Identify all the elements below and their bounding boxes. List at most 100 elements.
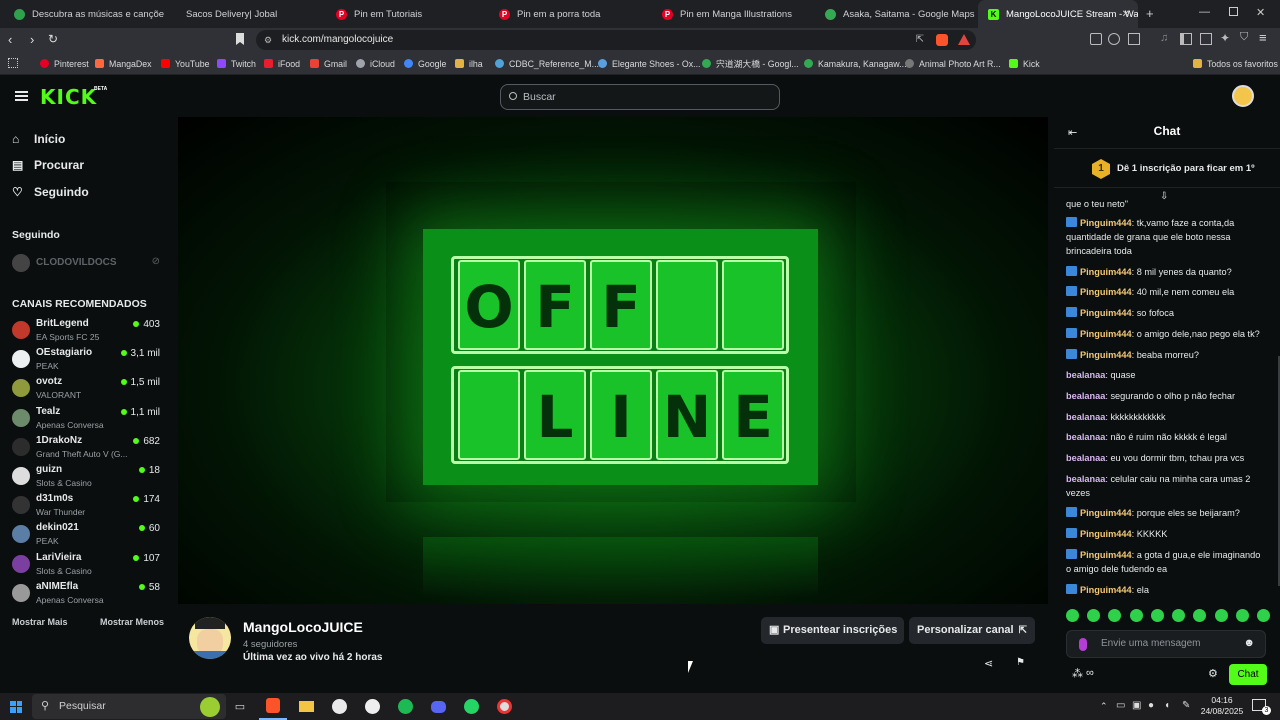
customize-channel-button[interactable]: Personalizar canal ⇱ xyxy=(909,617,1035,644)
site-info-icon[interactable]: ⚙ xyxy=(264,30,272,50)
bookmark-item[interactable]: Kamakura, Kanagaw... xyxy=(804,52,907,75)
extension-icon[interactable] xyxy=(1090,33,1102,45)
tray-app-icon[interactable]: ▣ xyxy=(1132,700,1141,711)
back-icon[interactable]: ‹ xyxy=(8,32,12,47)
recommended-channel[interactable]: d31m0s War Thunder 174 xyxy=(12,493,160,521)
chat-username[interactable]: Pinguim444 xyxy=(1080,308,1132,318)
task-view-icon[interactable]: ▭ xyxy=(226,693,254,720)
microphone-icon[interactable]: ● xyxy=(1148,700,1154,711)
bookmark-item[interactable]: MangaDex xyxy=(95,52,152,75)
whatsapp-icon[interactable] xyxy=(457,693,485,720)
taskbar-search[interactable]: ⚲ Pesquisar xyxy=(32,694,226,719)
recommended-channel[interactable]: dekin021 PEAK 60 xyxy=(12,522,160,550)
browser-tab[interactable]: Descubra as músicas e canções mai xyxy=(4,0,164,28)
pen-icon[interactable]: ✎ xyxy=(1182,700,1190,711)
all-bookmarks-folder[interactable]: Todos os favoritos xyxy=(1193,52,1278,75)
show-less-button[interactable]: Mostrar Menos xyxy=(100,617,164,627)
chat-username[interactable]: bealanaa xyxy=(1066,453,1105,463)
address-bar[interactable]: ⚙ kick.com/mangolocojuice ⇱ xyxy=(256,30,976,50)
sub-leaderboard[interactable]: 1 Dê 1 inscrição para ficar em 1º xyxy=(1054,148,1280,188)
bookmark-item[interactable]: Twitch xyxy=(217,52,256,75)
share-icon[interactable]: ⋖ xyxy=(984,657,993,670)
chat-username[interactable]: Pinguim444 xyxy=(1080,218,1132,228)
bookmark-item[interactable]: 宍道湖大橋 - Googl... xyxy=(702,52,799,75)
share-icon[interactable]: ⇱ xyxy=(916,30,924,50)
recommended-channel[interactable]: guizn Slots & Casino 18 xyxy=(12,464,160,492)
leo-ai-icon[interactable]: ✦ xyxy=(1220,31,1230,45)
nav-following[interactable]: ♡ Seguindo xyxy=(12,185,89,199)
browser-tab[interactable]: P Pin em a porra toda xyxy=(489,0,649,28)
bookmark-item[interactable]: iFood xyxy=(264,52,300,75)
network-icon[interactable]: ▭ xyxy=(1116,700,1125,711)
show-hidden-icons-icon[interactable]: ⌃ xyxy=(1100,701,1108,712)
minimize-icon[interactable]: — xyxy=(1199,6,1210,18)
emote-icon[interactable] xyxy=(1150,609,1164,622)
report-user-icon[interactable]: ⚑ xyxy=(1016,657,1025,668)
bookmark-item[interactable]: ilha xyxy=(455,52,483,75)
chat-username[interactable]: Pinguim444 xyxy=(1080,329,1132,339)
browser-tab[interactable]: P Pin em Tutoriais xyxy=(326,0,486,28)
bookmark-item[interactable]: Pinterest xyxy=(40,52,89,75)
bookmark-item[interactable]: Google xyxy=(404,52,446,75)
recommended-channel[interactable]: Tealz Apenas Conversa 1,1 mil xyxy=(12,406,160,434)
reload-icon[interactable]: ↻ xyxy=(48,32,58,46)
kick-logo[interactable]: KICK xyxy=(40,85,97,109)
chat-username[interactable]: Pinguim444 xyxy=(1080,287,1132,297)
browser-tab[interactable]: Sacos Delivery| Jobal xyxy=(176,0,332,28)
browser-tab[interactable]: Asaka, Saitama - Google Maps xyxy=(815,0,975,28)
apps-grid-icon[interactable] xyxy=(8,58,18,68)
recommended-channel[interactable]: 1DrakoNz Grand Theft Auto V (G... 682 xyxy=(12,435,160,463)
browser-tab-active[interactable]: K MangoLocoJUICE Stream - Watc ✕ xyxy=(978,0,1138,28)
brave-shields-icon[interactable] xyxy=(936,34,948,46)
file-explorer-icon[interactable] xyxy=(292,693,320,720)
forward-icon[interactable]: › xyxy=(30,32,34,47)
chat-username[interactable]: bealanaa xyxy=(1066,412,1105,422)
hamburger-menu-icon[interactable] xyxy=(15,91,28,101)
chat-username[interactable]: bealanaa xyxy=(1066,432,1105,442)
channel-points-icon[interactable]: ⁂ xyxy=(1072,667,1083,680)
puzzle-extensions-icon[interactable] xyxy=(1108,33,1120,45)
wallet-icon[interactable] xyxy=(1200,33,1212,45)
emote-icon[interactable] xyxy=(1235,609,1249,622)
volume-icon[interactable]: ◖ xyxy=(1164,700,1170,711)
brave-taskbar-icon[interactable] xyxy=(259,693,287,720)
browser-tab[interactable]: P Pin em Manga Illustrations xyxy=(652,0,812,28)
discord-icon[interactable] xyxy=(424,693,452,720)
recommended-channel[interactable]: ovotz VALORANT 1,5 mil xyxy=(12,376,160,404)
bookmark-icon[interactable] xyxy=(236,33,244,45)
bookmark-item[interactable]: CDBC_Reference_M... xyxy=(495,52,599,75)
recommended-channel[interactable]: BritLegend EA Sports FC 25 403 xyxy=(12,318,160,346)
screenshot-icon[interactable] xyxy=(1128,33,1140,45)
nav-browse[interactable]: ▤ Procurar xyxy=(12,158,84,172)
chat-input[interactable]: Envie uma mensagem ☻ xyxy=(1066,630,1266,658)
maximize-icon[interactable] xyxy=(1229,7,1238,16)
chat-username[interactable]: Pinguim444 xyxy=(1080,350,1132,360)
emote-icon[interactable] xyxy=(1172,609,1186,622)
recommended-channel[interactable]: LariVieira Slots & Casino 107 xyxy=(12,552,160,580)
bookmark-item[interactable]: iCloud xyxy=(356,52,395,75)
emote-icon[interactable] xyxy=(1087,609,1101,622)
mic-icon[interactable] xyxy=(1079,638,1087,651)
gift-subs-button[interactable]: ▣ Presentear inscrições xyxy=(761,617,904,644)
chat-username[interactable]: bealanaa xyxy=(1066,391,1105,401)
vpn-shield-icon[interactable]: ⛉ xyxy=(1240,31,1248,44)
chat-username[interactable]: bealanaa xyxy=(1066,370,1105,380)
chat-username[interactable]: Pinguim444 xyxy=(1080,550,1132,560)
app-icon[interactable] xyxy=(358,693,386,720)
bookmark-item[interactable]: Kick xyxy=(1009,52,1040,75)
close-window-icon[interactable]: ✕ xyxy=(1256,6,1265,19)
emote-icon[interactable] xyxy=(1256,609,1270,622)
bookmark-item[interactable]: Elegante Shoes - Ox... xyxy=(598,52,701,75)
recommended-channel[interactable]: OEstagiario PEAK 3,1 mil xyxy=(12,347,160,375)
search-input[interactable]: Buscar xyxy=(500,84,780,110)
chat-username[interactable]: Pinguim444 xyxy=(1080,585,1132,595)
app-icon[interactable] xyxy=(325,693,353,720)
emote-icon[interactable] xyxy=(1193,609,1207,622)
windows-start-icon[interactable] xyxy=(2,693,30,720)
media-icon[interactable]: ♫ xyxy=(1160,32,1168,44)
app-icon[interactable] xyxy=(490,693,518,720)
chat-username[interactable]: bealanaa xyxy=(1066,474,1105,484)
emote-icon[interactable] xyxy=(1066,609,1079,622)
emote-icon[interactable] xyxy=(1108,609,1122,622)
emoji-icon[interactable]: ☻ xyxy=(1243,637,1255,649)
